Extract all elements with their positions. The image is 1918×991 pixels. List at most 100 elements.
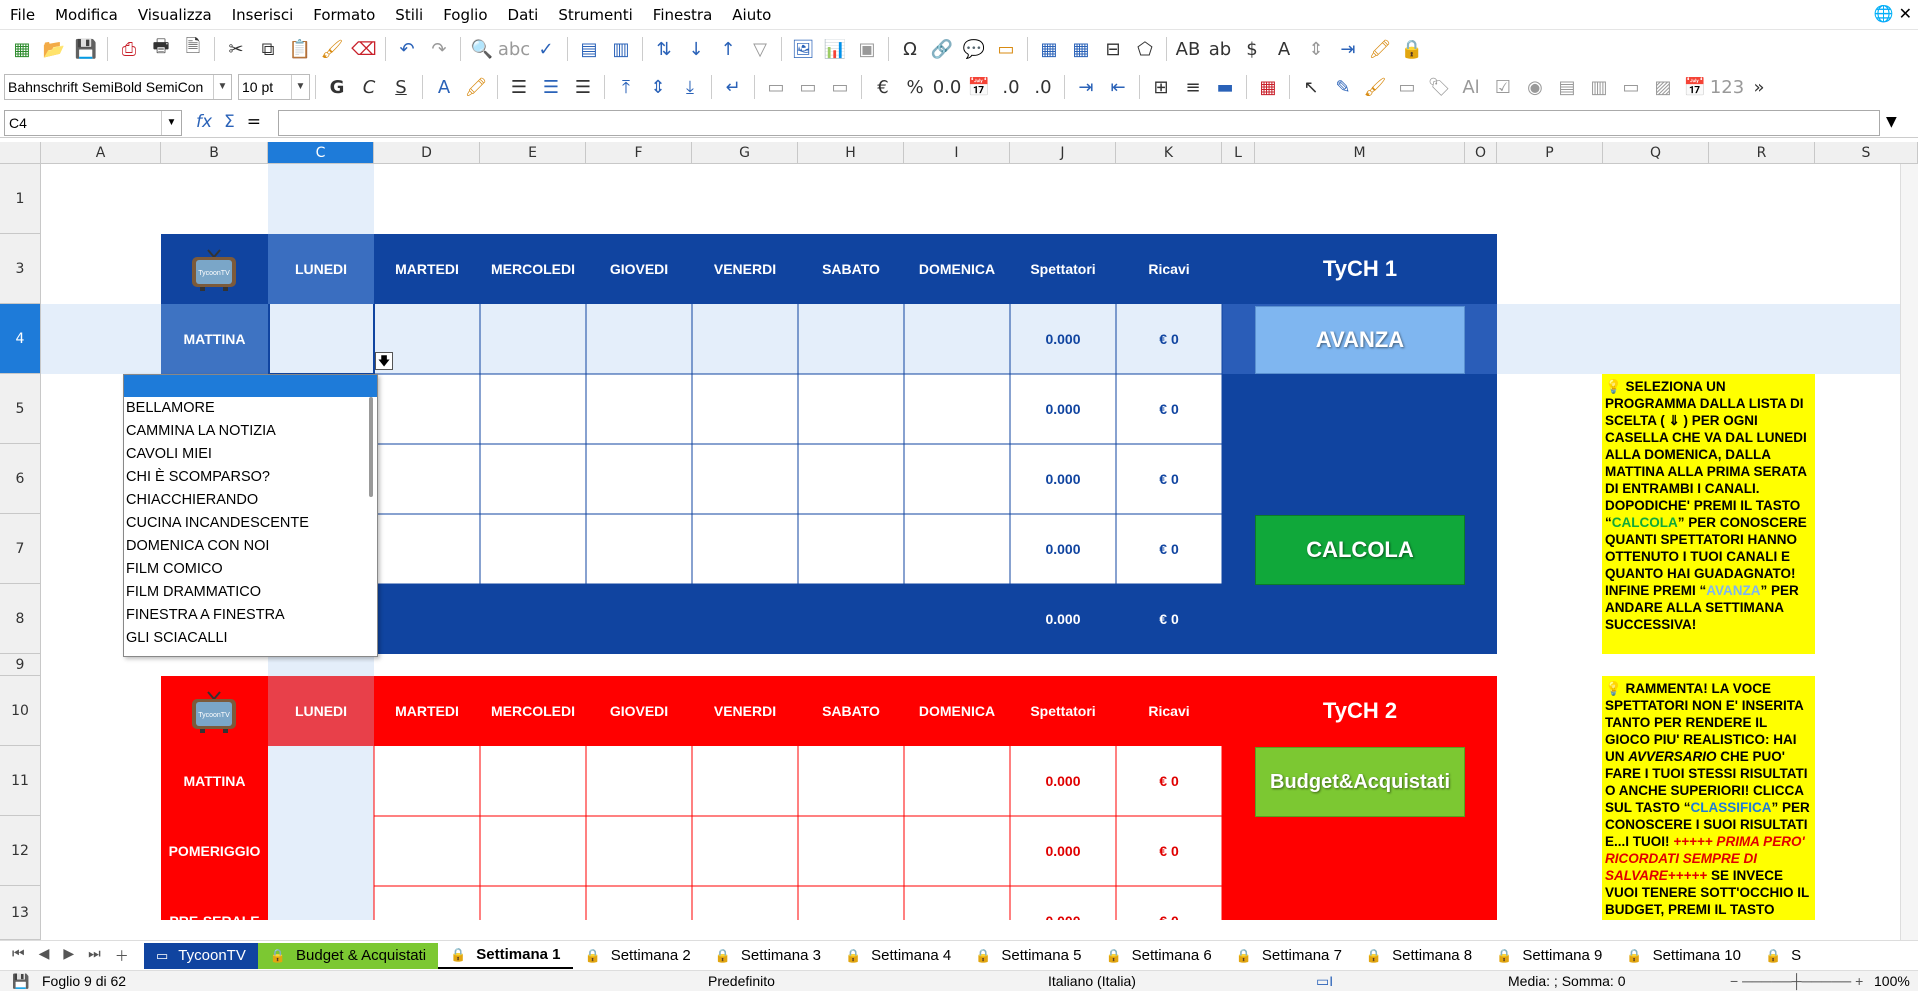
copy-icon[interactable]: ⧉ (255, 36, 281, 62)
more-icon[interactable]: » (1746, 74, 1772, 100)
row-header-5[interactable]: 5 (0, 374, 41, 444)
dropdown-scrollbar[interactable] (369, 397, 373, 497)
tab-settimana-6[interactable]: 🔒 Settimana 6 (1093, 943, 1223, 969)
spacing-icon[interactable]: ⇕ (1303, 36, 1329, 62)
autospell-icon[interactable]: ✓ (533, 36, 559, 62)
paste-icon[interactable]: 📋 (287, 36, 313, 62)
open-folder-icon[interactable]: 📂 (41, 36, 67, 62)
underline-icon[interactable]: S (388, 74, 414, 100)
name-box[interactable]: C4 ▼ (4, 110, 182, 136)
calcola-button[interactable]: CALCOLA (1255, 515, 1465, 585)
row-header-10[interactable]: 10 (0, 676, 41, 746)
menu-finestra[interactable]: Finestra (643, 0, 723, 30)
dropdown-arrow-icon[interactable]: 🡇 (375, 352, 393, 370)
date-icon[interactable]: 📅 (966, 74, 992, 100)
listbox-icon[interactable]: ▤ (1554, 74, 1580, 100)
col-header-s[interactable]: S (1815, 142, 1918, 164)
show-draw-icon[interactable]: ⬠ (1132, 36, 1158, 62)
highlight-icon[interactable]: 🖍 (1367, 36, 1393, 62)
menu-modifica[interactable]: Modifica (45, 0, 128, 30)
tab-settimana-5[interactable]: 🔒 Settimana 5 (963, 943, 1093, 969)
merge-center-icon[interactable]: ▭ (795, 74, 821, 100)
indent-icon[interactable]: ⇥ (1335, 36, 1361, 62)
form-icon[interactable]: ▭ (1394, 74, 1420, 100)
list-item[interactable]: CUCINA INCANDESCENTE (124, 512, 377, 535)
clear-format-icon[interactable]: ⌫ (351, 36, 377, 62)
col-header-e[interactable]: E (480, 142, 586, 164)
decimal-icon[interactable]: 0.0 (933, 74, 962, 100)
col-header-b[interactable]: B (161, 142, 268, 164)
row-icon[interactable]: ▤ (576, 36, 602, 62)
row-header-3[interactable]: 3 (0, 234, 41, 304)
row-header-8[interactable]: 8 (0, 584, 41, 654)
menu-formato[interactable]: Formato (303, 0, 385, 30)
image-icon[interactable]: 🖼 (790, 36, 816, 62)
uppercase-icon[interactable]: AB (1175, 36, 1201, 62)
chart-icon[interactable]: 📊 (822, 36, 848, 62)
menu-dati[interactable]: Dati (498, 0, 549, 30)
tab-budget-acquistati[interactable]: 🔒 Budget & Acquistati (257, 942, 439, 969)
row-header-1[interactable]: 1 (0, 164, 41, 234)
menu-visualizza[interactable]: Visualizza (128, 0, 222, 30)
zoom-level[interactable]: 100% (1874, 971, 1910, 991)
comment-icon[interactable]: 💬 (961, 36, 987, 62)
undo-icon[interactable]: ↶ (394, 36, 420, 62)
tab-settimana-11[interactable]: 🔒 S (1753, 943, 1813, 969)
clone-format-icon[interactable]: 🖌 (319, 36, 345, 62)
tab-settimana-10[interactable]: 🔒 Settimana 10 (1614, 943, 1753, 969)
formula-input[interactable] (278, 110, 1880, 136)
select-all-corner[interactable] (0, 142, 41, 164)
formula-icon[interactable]: = (247, 112, 261, 132)
italic-icon[interactable]: C (356, 74, 382, 100)
menu-aiuto[interactable]: Aiuto (722, 0, 781, 30)
currency-icon[interactable]: $ (1239, 36, 1265, 62)
highlight-color-icon[interactable]: 🖍 (463, 74, 489, 100)
select-icon[interactable]: ↖ (1298, 74, 1324, 100)
radio-icon[interactable]: ◉ (1522, 74, 1548, 100)
checkbox-icon[interactable]: ☑ (1490, 74, 1516, 100)
align-middle-icon[interactable]: ⇕ (645, 74, 671, 100)
list-item[interactable]: CHI È SCOMPARSO? (124, 466, 377, 489)
conditional-icon[interactable]: ▦ (1255, 74, 1281, 100)
textbox-icon[interactable]: Al (1458, 74, 1484, 100)
number-format-icon[interactable]: € (870, 74, 896, 100)
tab-settimana-4[interactable]: 🔒 Settimana 4 (833, 943, 963, 969)
spelling-icon[interactable]: abc (498, 36, 530, 62)
menu-file[interactable]: File (0, 0, 45, 30)
save-icon[interactable]: 💾 (73, 36, 99, 62)
image-button-icon[interactable]: ▨ (1650, 74, 1676, 100)
list-item[interactable]: FILM DRAMMATICO (124, 581, 377, 604)
active-cell-c4[interactable] (268, 304, 375, 375)
col-header-m[interactable]: M (1255, 142, 1465, 164)
increase-indent-icon[interactable]: ⇥ (1073, 74, 1099, 100)
cut-icon[interactable]: ✂ (223, 36, 249, 62)
merge-icon[interactable]: ▭ (763, 74, 789, 100)
new-document-icon[interactable]: ▦ (9, 36, 35, 62)
tab-settimana-2[interactable]: 🔒 Settimana 2 (573, 943, 703, 969)
print-preview-icon[interactable]: 🗎 (180, 36, 206, 62)
percent-icon[interactable]: % (902, 74, 928, 100)
pivot-icon[interactable]: ▣ (854, 36, 880, 62)
function-wizard-icon[interactable]: fx (196, 112, 212, 132)
tab-settimana-3[interactable]: 🔒 Settimana 3 (703, 943, 833, 969)
list-item[interactable]: CHIACCHIERANDO (124, 489, 377, 512)
align-top-icon[interactable]: ⤒ (613, 74, 639, 100)
sum-icon[interactable]: Σ (224, 112, 235, 132)
combobox-icon[interactable]: ▥ (1586, 74, 1612, 100)
tab-tycoontv[interactable]: ▭ TycoonTV (144, 942, 258, 969)
delete-decimal-icon[interactable]: .0 (1030, 74, 1056, 100)
superscript-icon[interactable]: A (1271, 36, 1297, 62)
freeze-icon[interactable]: ▦ (1068, 36, 1094, 62)
align-center-icon[interactable]: ☰ (538, 74, 564, 100)
list-item[interactable]: DOMENICA CON NOI (124, 535, 377, 558)
budget-acquistati-button[interactable]: Budget&Acquistati (1255, 747, 1465, 817)
list-item[interactable]: BELLAMORE (124, 397, 377, 420)
list-item[interactable] (124, 375, 377, 397)
menu-inserisci[interactable]: Inserisci (222, 0, 304, 30)
list-item[interactable]: FINESTRA A FINESTRA (124, 604, 377, 627)
brush-icon[interactable]: 🖌 (1362, 74, 1388, 100)
col-header-i[interactable]: I (904, 142, 1010, 164)
split-window-icon[interactable]: ⊟ (1100, 36, 1126, 62)
align-left-icon[interactable]: ☰ (506, 74, 532, 100)
redo-icon[interactable]: ↷ (426, 36, 452, 62)
